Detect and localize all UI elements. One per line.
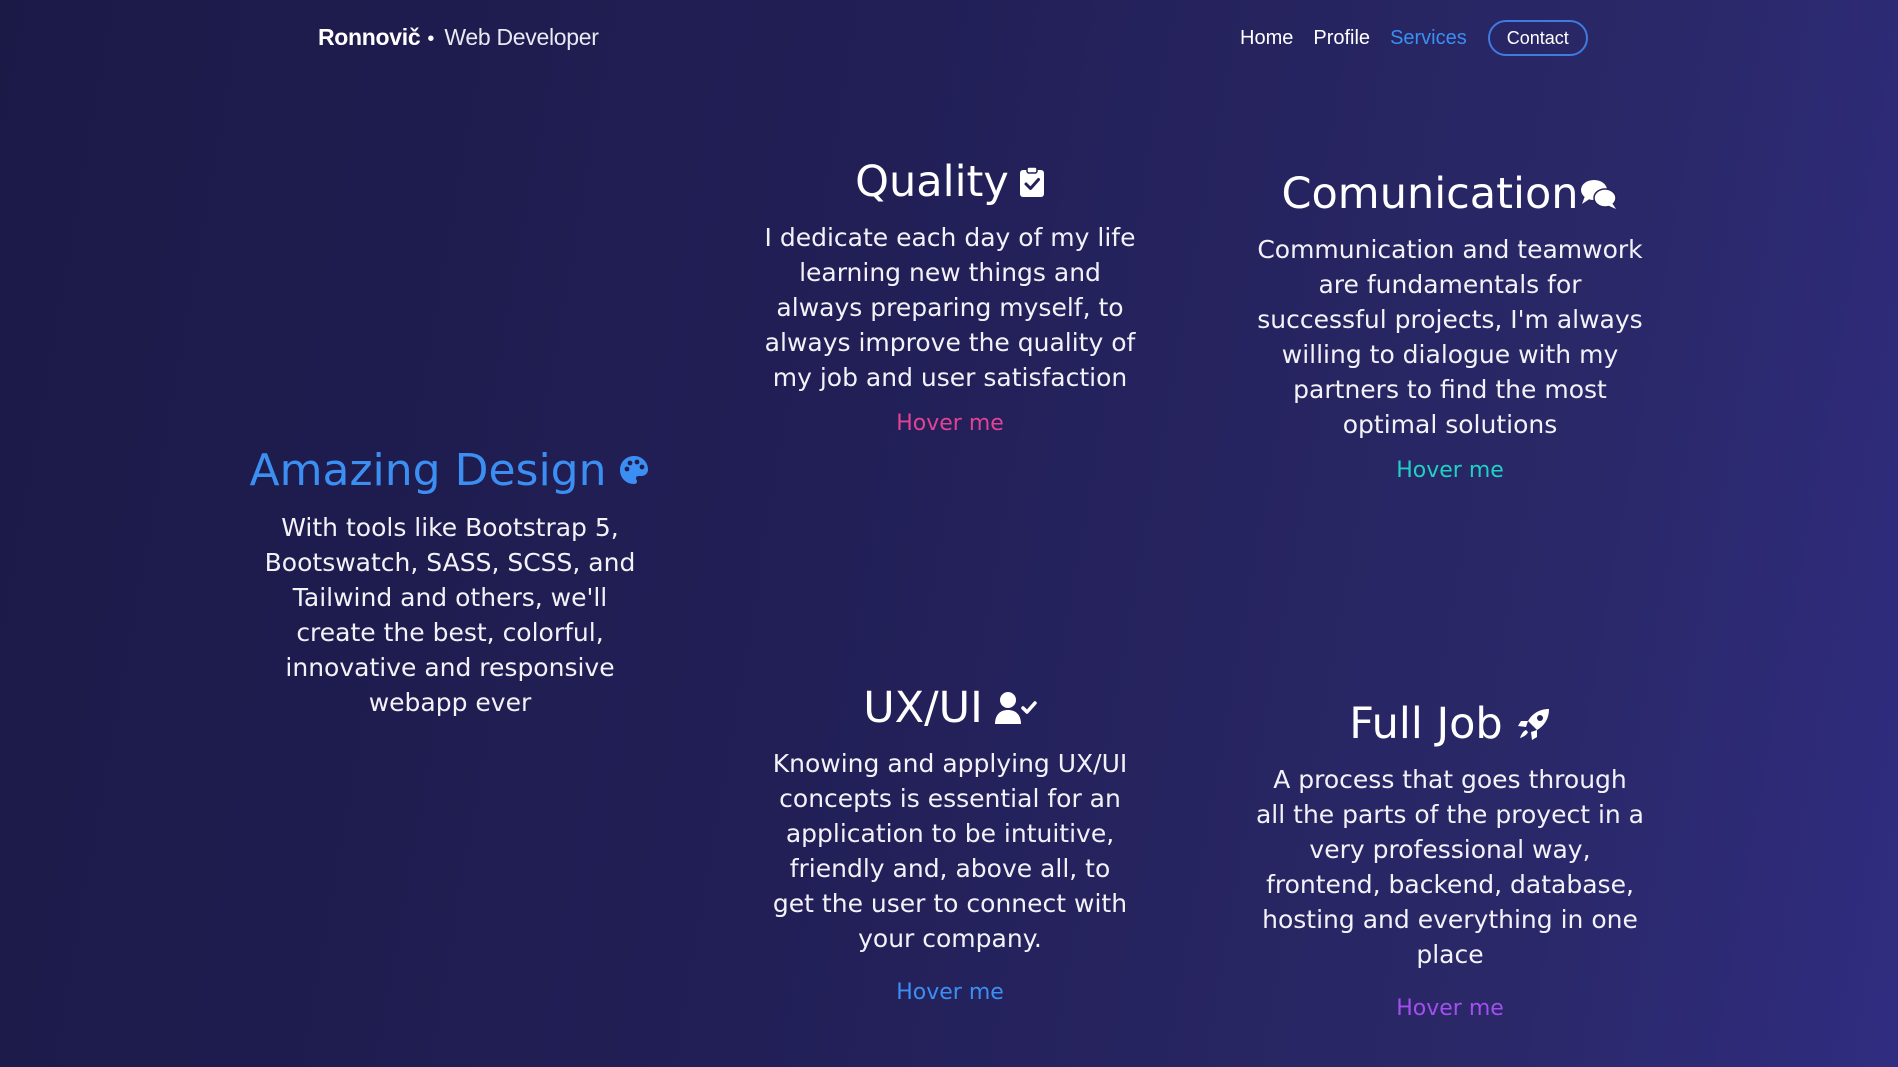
service-description-uxui: Knowing and applying UX/UI concepts is e… (772, 749, 1128, 953)
service-title-fulljob: Full Job (1240, 694, 1660, 754)
service-title-uxui: UX/UI (740, 678, 1160, 738)
clipboard-check-icon (1019, 166, 1045, 198)
nav-home[interactable]: Home (1240, 27, 1293, 50)
brand-role: Web Developer (444, 24, 599, 50)
nav-services[interactable]: Services (1390, 27, 1467, 50)
service-title-communication: Comunication (1240, 164, 1660, 224)
service-description-design: With tools like Bootstrap 5, Bootswatch,… (264, 513, 636, 717)
contact-button[interactable]: Contact (1487, 20, 1588, 56)
service-card-uxui: UX/UI Knowing and applying UX/UI concept… (740, 678, 1160, 1005)
hover-link-fulljob[interactable]: Hover me (1396, 996, 1504, 1021)
service-title-uxui-text: UX/UI (863, 683, 983, 733)
service-title-design-text: Amazing Design (249, 444, 607, 496)
main-nav: Home Profile Services Contact (1240, 20, 1588, 56)
hover-link-communication[interactable]: Hover me (1396, 458, 1504, 483)
service-title-communication-text: Comunication (1281, 169, 1579, 219)
hover-link-quality[interactable]: Hover me (896, 411, 1004, 436)
service-card-fulljob: Full Job A process that goes through all… (1240, 694, 1660, 1021)
service-title-quality-text: Quality (855, 157, 1009, 207)
service-card-design: Amazing Design With tools like Bootstrap… (240, 440, 660, 720)
service-title-quality: Quality (740, 152, 1160, 212)
user-check-icon (994, 691, 1037, 725)
brand[interactable]: Ronnovič • Web Developer (318, 24, 599, 51)
service-description-communication: Communication and teamwork are fundament… (1257, 235, 1643, 439)
service-description-quality: I dedicate each day of my life learning … (764, 223, 1136, 392)
nav-profile[interactable]: Profile (1313, 27, 1370, 50)
comments-icon (1579, 177, 1619, 211)
palette-icon (618, 454, 650, 486)
hover-link-uxui[interactable]: Hover me (896, 980, 1004, 1005)
rocket-icon (1517, 707, 1551, 741)
service-description-fulljob: A process that goes through all the part… (1255, 765, 1644, 969)
service-title-fulljob-text: Full Job (1349, 699, 1503, 749)
service-card-communication: Comunication Communication and teamwork … (1240, 164, 1660, 483)
service-title-design: Amazing Design (240, 440, 660, 500)
brand-name: Ronnovič (318, 24, 421, 50)
brand-separator: • (427, 28, 435, 50)
service-card-quality: Quality I dedicate each day of my life l… (740, 152, 1160, 436)
